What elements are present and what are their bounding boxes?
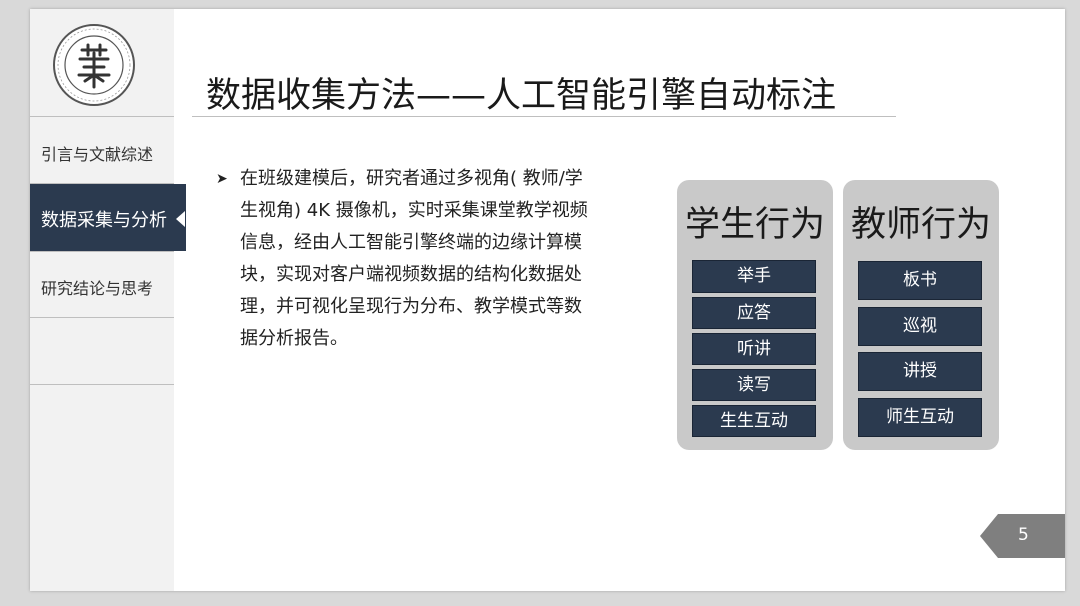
active-indicator-icon <box>176 211 185 227</box>
slide: 引言与文献综述 研究结论与思考 数据采集与分析 数据收集方法——人工智能引擎自动… <box>30 9 1065 591</box>
bullet-line: 理，并可视化呈现行为分布、教学模式等数 <box>240 296 582 317</box>
behavior-tag: 举手 <box>692 260 816 293</box>
university-logo <box>53 24 135 106</box>
bullet-line: 生视角) 4K 摄像机，实时采集课堂教学视频 <box>240 200 588 221</box>
behavior-tag: 板书 <box>858 261 982 300</box>
arrow-bullet-icon: ➤ <box>216 171 228 187</box>
panel-title: 学生行为 <box>684 205 825 245</box>
slide-title: 数据收集方法——人工智能引擎自动标注 <box>206 76 837 116</box>
title-divider <box>192 116 896 117</box>
nav-divider <box>30 116 174 117</box>
nav-item-data-collection[interactable]: 数据采集与分析 <box>30 184 186 251</box>
behavior-tag: 读写 <box>692 369 816 401</box>
sidebar: 引言与文献综述 研究结论与思考 <box>30 9 174 591</box>
panel-title: 教师行为 <box>850 205 991 245</box>
nav-item-introduction[interactable]: 引言与文献综述 <box>41 141 153 165</box>
behavior-tag: 应答 <box>692 297 816 329</box>
behavior-tag: 生生互动 <box>692 405 816 437</box>
nav-divider <box>30 384 174 385</box>
nav-divider <box>30 251 174 252</box>
bullet-line: 在班级建模后，研究者通过多视角( 教师/学 <box>240 168 583 189</box>
behavior-tag: 讲授 <box>858 352 982 391</box>
bullet-line: 块，实现对客户端视频数据的结构化数据处 <box>240 264 582 285</box>
behavior-tag: 师生互动 <box>858 398 982 437</box>
teacher-behavior-panel: 教师行为 板书 巡视 讲授 师生互动 <box>843 180 999 450</box>
bullet-line: 据分析报告。 <box>240 328 348 349</box>
behavior-tag: 听讲 <box>692 333 816 365</box>
behavior-tag: 巡视 <box>858 307 982 346</box>
student-behavior-panel: 学生行为 举手 应答 听讲 读写 生生互动 <box>677 180 833 450</box>
bullet-paragraph: ➤ 在班级建模后，研究者通过多视角( 教师/学 生视角) 4K 摄像机，实时采集… <box>216 163 611 355</box>
nav-item-conclusion[interactable]: 研究结论与思考 <box>41 275 153 299</box>
nav-item-label: 数据采集与分析 <box>41 210 167 231</box>
nav-divider <box>30 317 174 318</box>
page-number: 5 <box>1018 525 1029 545</box>
bullet-line: 信息，经由人工智能引擎终端的边缘计算模 <box>240 232 582 253</box>
